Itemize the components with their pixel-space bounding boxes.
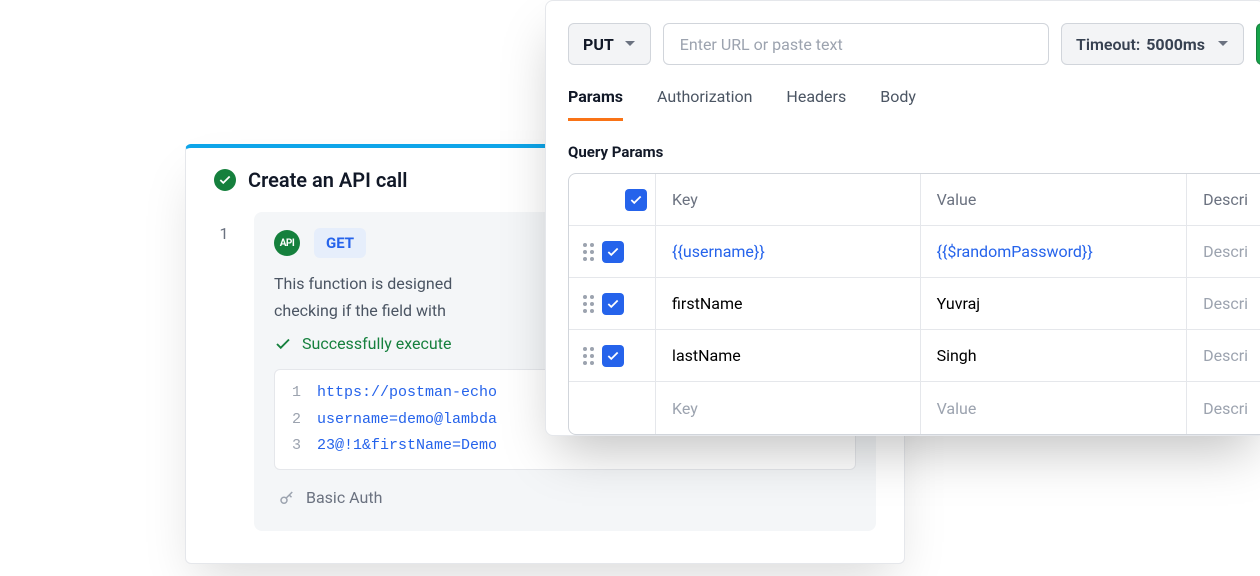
tab-body[interactable]: Body <box>880 87 916 121</box>
header-description: Descri <box>1187 174 1260 225</box>
header-key: Key <box>656 174 921 225</box>
step-number: 1 <box>214 212 234 531</box>
drag-handle-icon[interactable] <box>583 295 594 313</box>
row-controls <box>569 382 656 434</box>
editor-title: Create an API call <box>248 168 407 192</box>
method-badge[interactable]: GET <box>314 228 366 258</box>
api-icon: API <box>274 230 300 256</box>
table-row: firstName Yuvraj Descri <box>569 278 1260 330</box>
param-value-placeholder[interactable]: Value <box>921 382 1188 434</box>
table-row: lastName Singh Descri <box>569 330 1260 382</box>
param-desc-placeholder[interactable]: Descri <box>1187 382 1260 434</box>
param-key[interactable]: lastName <box>656 330 921 381</box>
param-value[interactable]: {{$randomPassword}} <box>921 226 1188 277</box>
section-title: Query Params <box>568 143 1260 161</box>
row-controls <box>569 278 656 329</box>
param-value[interactable]: Singh <box>921 330 1188 381</box>
chevron-down-icon <box>1217 38 1229 50</box>
row-checkbox[interactable] <box>602 345 624 367</box>
param-key[interactable]: {{username}} <box>656 226 921 277</box>
select-all-checkbox[interactable] <box>625 189 647 211</box>
params-table: Key Value Descri {{username}} {{$randomP… <box>568 173 1260 435</box>
param-desc[interactable]: Descri <box>1187 330 1260 381</box>
param-desc[interactable]: Descri <box>1187 226 1260 277</box>
row-controls <box>569 330 656 381</box>
param-desc[interactable]: Descri <box>1187 278 1260 329</box>
chevron-down-icon <box>624 38 636 50</box>
row-checkbox[interactable] <box>602 241 624 263</box>
success-check-icon <box>214 169 236 191</box>
request-panel: PUT Enter URL or paste text Timeout: 500… <box>545 0 1260 436</box>
param-key[interactable]: firstName <box>656 278 921 329</box>
table-row-new[interactable]: Key Value Descri <box>569 382 1260 434</box>
drag-handle-icon[interactable] <box>583 347 594 365</box>
tab-headers[interactable]: Headers <box>786 87 846 121</box>
row-controls <box>569 226 656 277</box>
param-key-placeholder[interactable]: Key <box>656 382 921 434</box>
method-select[interactable]: PUT <box>568 23 651 65</box>
run-button[interactable] <box>1256 23 1260 65</box>
url-input[interactable]: Enter URL or paste text <box>663 23 1049 65</box>
request-toolbar: PUT Enter URL or paste text Timeout: 500… <box>568 23 1260 65</box>
auth-row[interactable]: Basic Auth <box>274 480 856 515</box>
row-checkbox[interactable] <box>602 293 624 315</box>
drag-handle-icon[interactable] <box>583 243 594 261</box>
tab-params[interactable]: Params <box>568 87 623 121</box>
header-value: Value <box>921 174 1188 225</box>
table-row: {{username}} {{$randomPassword}} Descri <box>569 226 1260 278</box>
tab-authorization[interactable]: Authorization <box>657 87 752 121</box>
param-value[interactable]: Yuvraj <box>921 278 1188 329</box>
table-header-row: Key Value Descri <box>569 174 1260 226</box>
timeout-select[interactable]: Timeout: 5000ms <box>1061 23 1244 65</box>
key-icon <box>278 489 296 507</box>
header-check-cell <box>569 174 656 225</box>
request-tabs: Params Authorization Headers Body <box>568 87 1260 121</box>
